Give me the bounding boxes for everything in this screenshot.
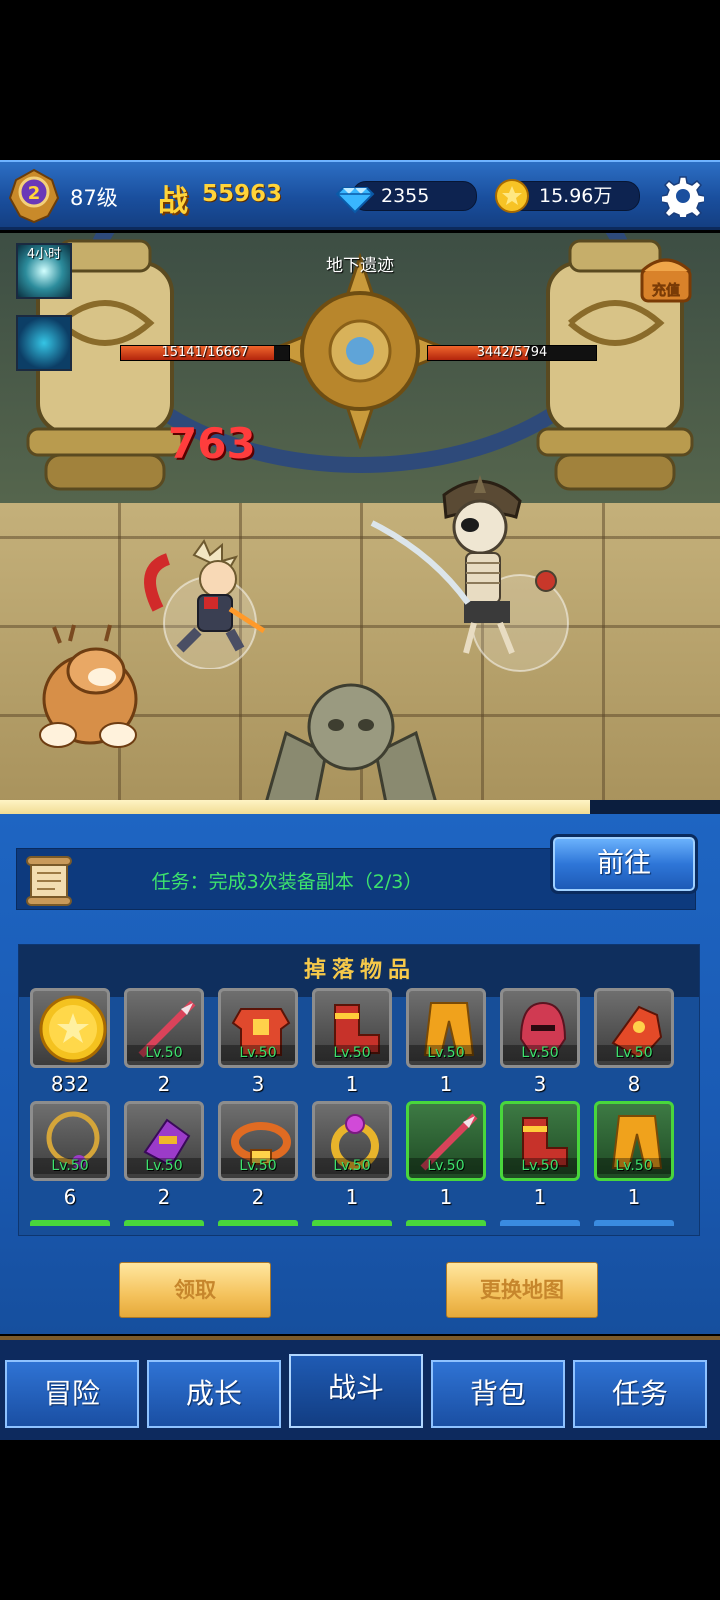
drop-item[interactable]: Lv.50	[500, 1101, 580, 1181]
quest-text: 任务：完成3次装备副本（2/3）	[151, 871, 423, 893]
chest-label: 充值	[652, 282, 680, 299]
skull-statue	[265, 683, 437, 800]
hero-hp-text: 15141/16667	[161, 345, 249, 360]
drop-item[interactable]: Lv.50	[406, 988, 486, 1068]
drop-item[interactable]: Lv.50	[312, 988, 392, 1068]
pet-beast	[39, 624, 138, 748]
goto-button[interactable]: 前往	[550, 834, 698, 894]
enemy-hp-bar: 3442/5794	[427, 345, 597, 361]
item-level: Lv.50	[127, 1158, 201, 1174]
hero-character	[144, 539, 266, 669]
item-count: 1	[439, 1185, 453, 1209]
quest-scroll-icon	[26, 856, 72, 906]
item-count: 6	[63, 1185, 77, 1209]
game-screen: { "player": { "rank": "2", "level": "87级…	[0, 0, 720, 1600]
item-level: Lv.50	[597, 1158, 671, 1174]
item-count: 3	[251, 1072, 265, 1096]
item-count: 832	[50, 1072, 90, 1096]
rank-number: 2	[28, 183, 41, 204]
top-status-bar: 2 87级 战 55963 2355 15.96万	[0, 160, 720, 230]
next-row-item-peek	[124, 1220, 204, 1226]
power-value: 55963	[202, 181, 283, 207]
diamond-icon	[335, 187, 375, 214]
item-count: 2	[157, 1072, 171, 1096]
item-count: 2	[251, 1185, 265, 1209]
next-row-item-peek	[312, 1220, 392, 1226]
drop-item[interactable]: Lv.50	[406, 1101, 486, 1181]
item-count: 1	[439, 1072, 453, 1096]
next-row-item-peek	[218, 1220, 298, 1226]
drop-item[interactable]: Lv.50	[594, 988, 674, 1068]
drop-item[interactable]: Lv.50	[218, 988, 298, 1068]
item-count: 8	[627, 1072, 641, 1096]
player-level: 87级	[70, 186, 118, 210]
settings-gear-icon[interactable]	[662, 175, 704, 217]
drop-item[interactable]: Lv.50	[594, 1101, 674, 1181]
next-row-item-peek	[500, 1220, 580, 1226]
item-level: Lv.50	[597, 1045, 671, 1061]
item-level: Lv.50	[409, 1158, 483, 1174]
recharge-chest-icon[interactable]: 充值	[636, 249, 696, 309]
item-level: Lv.50	[127, 1045, 201, 1061]
item-count: 1	[627, 1185, 641, 1209]
item-level: Lv.50	[221, 1158, 295, 1174]
item-level: Lv.50	[503, 1158, 577, 1174]
rank-badge-icon[interactable]: 2	[8, 168, 60, 224]
next-row-item-peek	[406, 1220, 486, 1226]
bottom-nav: 冒险 成长 战斗 背包 任务	[0, 1336, 720, 1440]
tab-bag[interactable]: 背包	[431, 1360, 565, 1428]
tab-adventure[interactable]: 冒险	[5, 1360, 139, 1428]
item-count: 2	[157, 1185, 171, 1209]
power-label: 战	[158, 184, 188, 219]
battle-scene: 地下遗迹 4小时 充值 15141/16667 3442/5794 763	[0, 233, 720, 800]
drop-item[interactable]: Lv.50	[218, 1101, 298, 1181]
item-level: Lv.50	[503, 1045, 577, 1061]
tab-quests[interactable]: 任务	[573, 1360, 707, 1428]
drop-item[interactable]: Lv.50	[30, 1101, 110, 1181]
location-name: 地下遗迹	[326, 256, 394, 276]
enemy-hp-text: 3442/5794	[476, 345, 548, 360]
tab-growth[interactable]: 成长	[147, 1360, 281, 1428]
item-level: Lv.50	[221, 1045, 295, 1061]
hero-hp-bar: 15141/16667	[120, 345, 290, 361]
stage-progress-fill	[0, 800, 591, 814]
drop-item[interactable]: Lv.50	[500, 988, 580, 1068]
item-level: Lv.50	[409, 1045, 483, 1061]
buff-timer: 4小时	[26, 247, 62, 262]
next-row-item-peek	[30, 1220, 110, 1226]
drop-item[interactable]: Lv.50	[312, 1101, 392, 1181]
gem-amount: 2355	[381, 185, 430, 207]
gold-amount: 15.96万	[539, 185, 613, 207]
skeleton-pirate-enemy	[370, 475, 569, 672]
item-count: 3	[533, 1072, 547, 1096]
item-level: Lv.50	[33, 1158, 107, 1174]
item-count: 1	[533, 1185, 547, 1209]
drop-item[interactable]	[30, 988, 110, 1068]
item-count: 1	[345, 1185, 359, 1209]
tab-battle[interactable]: 战斗	[289, 1354, 423, 1428]
drop-item[interactable]: Lv.50	[124, 988, 204, 1068]
drop-item[interactable]: Lv.50	[124, 1101, 204, 1181]
claim-button[interactable]: 领取	[119, 1262, 271, 1318]
item-count: 1	[345, 1072, 359, 1096]
stage-progress-bar	[0, 800, 720, 814]
next-row-item-peek	[594, 1220, 674, 1226]
skill-buff-icon[interactable]	[16, 315, 72, 371]
gold-coin-icon	[495, 179, 529, 213]
damage-number: 763	[168, 419, 256, 468]
item-level: Lv.50	[315, 1045, 389, 1061]
gold-coin-icon	[39, 995, 107, 1063]
item-level: Lv.50	[315, 1158, 389, 1174]
change-map-button[interactable]: 更换地图	[446, 1262, 598, 1318]
